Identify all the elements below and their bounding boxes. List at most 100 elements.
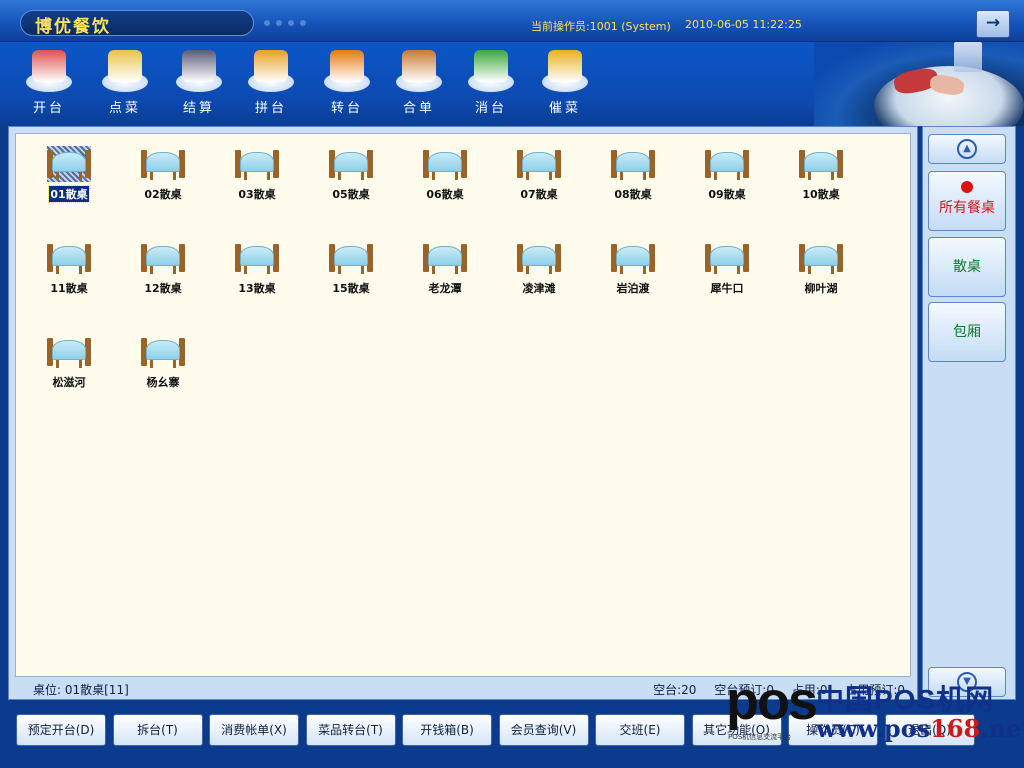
toolbar-button-6[interactable]: 消台 (460, 46, 522, 120)
table-item[interactable]: 09散桌 (692, 138, 762, 212)
table-label: 柳叶湖 (804, 282, 838, 295)
dining-table-icon (799, 146, 843, 182)
merge-bill-icon (394, 46, 444, 96)
toolbar-button-label: 合单 (402, 101, 435, 116)
category-all-label: 所有餐桌 (939, 200, 995, 216)
table-item[interactable]: 12散桌 (128, 232, 198, 306)
function-button-1[interactable]: 拆台(T) (112, 714, 203, 746)
watermark-url: www.pos168.net (816, 714, 1024, 743)
table-label: 07散桌 (520, 188, 558, 201)
dining-table-icon (141, 334, 185, 370)
dining-table-icon (611, 146, 655, 182)
current-datetime: 2010-06-05 11:22:25 (685, 18, 802, 31)
table-item[interactable]: 岩泊渡 (598, 232, 668, 306)
title-bar: 博优餐饮 当前操作员:1001 (System) 2010-06-05 11:2… (0, 0, 1024, 42)
table-label: 11散桌 (50, 282, 88, 295)
table-item[interactable]: 08散桌 (598, 138, 668, 212)
dining-table-icon (47, 334, 91, 370)
pos168-watermark: pos 中国POS机网 www.pos168.net POS机信息交流平台 (720, 668, 1024, 768)
table-label: 10散桌 (802, 188, 840, 201)
toolbar-button-5[interactable]: 合单 (388, 46, 450, 120)
table-item[interactable]: 03散桌 (222, 138, 292, 212)
exit-arrow-icon[interactable]: → (976, 10, 1010, 38)
toolbar-button-label: 转台 (330, 101, 363, 116)
transfer-table-icon (322, 46, 372, 96)
table-map: 01散桌 02散桌 03散桌 05散桌 06散桌 07散桌 08散桌 09散桌 10散桌 11散桌… (15, 133, 911, 677)
table-item[interactable]: 犀牛口 (692, 232, 762, 306)
table-label: 老龙潭 (428, 282, 462, 295)
sashimi-dish-image (814, 42, 1024, 126)
table-item[interactable]: 13散桌 (222, 232, 292, 306)
toolbar-button-3[interactable]: 拼台 (240, 46, 302, 120)
category-room-label: 包厢 (953, 324, 981, 340)
dining-table-icon (141, 240, 185, 276)
table-label: 岩泊渡 (616, 282, 650, 295)
watermark-subtitle: POS机信息交流平台 (728, 733, 792, 741)
category-panel: ▲ 所有餐桌 散桌 包厢 ▼ (922, 126, 1016, 700)
checkout-icon (174, 46, 224, 96)
table-item[interactable]: 15散桌 (316, 232, 386, 306)
current-operator: 当前操作员:1001 (System) (531, 20, 671, 33)
table-item[interactable]: 凌津滩 (504, 232, 574, 306)
toolbar-button-0[interactable]: 开台 (18, 46, 80, 120)
toolbar-button-1[interactable]: 点菜 (94, 46, 156, 120)
dining-table-icon (47, 146, 91, 182)
table-item[interactable]: 06散桌 (410, 138, 480, 212)
merge-tables-icon (246, 46, 296, 96)
scroll-up-button[interactable]: ▲ (928, 134, 1006, 164)
table-item[interactable]: 松滋河 (34, 326, 104, 400)
dining-table-icon (329, 240, 373, 276)
toolbar-button-4[interactable]: 转台 (316, 46, 378, 120)
dining-table-icon (517, 146, 561, 182)
toolbar-button-label: 消台 (474, 101, 507, 116)
table-label: 13散桌 (238, 282, 276, 295)
function-button-2[interactable]: 消费帐单(X) (209, 714, 299, 746)
toolbar-button-label: 点菜 (108, 101, 141, 116)
watermark-logo: pos (726, 671, 818, 731)
selected-dot-icon (961, 181, 973, 193)
function-button-3[interactable]: 菜品转台(T) (305, 714, 396, 746)
table-item[interactable]: 01散桌 (34, 138, 104, 212)
toolbar-button-label: 结算 (182, 101, 215, 116)
table-label: 松滋河 (52, 376, 86, 389)
main-toolbar: 开台 点菜 结算 拼台 转台 合单 消台 催菜 (0, 42, 1024, 126)
dining-table-icon (799, 240, 843, 276)
table-item[interactable]: 柳叶湖 (786, 232, 856, 306)
toolbar-button-7[interactable]: 催菜 (534, 46, 596, 120)
dining-table-icon (423, 240, 467, 276)
toolbar-button-2[interactable]: 结算 (168, 46, 230, 120)
category-all-tables[interactable]: 所有餐桌 (928, 171, 1006, 231)
table-label: 06散桌 (426, 188, 464, 201)
watermark-site-name: 中国POS机网 (816, 684, 995, 715)
table-item[interactable]: 老龙潭 (410, 232, 480, 306)
table-label: 12散桌 (144, 282, 182, 295)
table-label: 05散桌 (332, 188, 370, 201)
dining-table-icon (423, 146, 467, 182)
table-label: 08散桌 (614, 188, 652, 201)
table-label: 03散桌 (238, 188, 276, 201)
function-button-6[interactable]: 交班(E) (595, 714, 685, 746)
category-private-room[interactable]: 包厢 (928, 302, 1006, 362)
toolbar-button-label: 催菜 (548, 101, 581, 116)
rush-dishes-icon (540, 46, 590, 96)
app-title: 博优餐饮 (35, 17, 111, 37)
table-item[interactable]: 杨幺寨 (128, 326, 198, 400)
function-button-5[interactable]: 会员查询(V) (498, 714, 589, 746)
empty-count: 空台:20 (653, 683, 697, 697)
table-item[interactable]: 05散桌 (316, 138, 386, 212)
table-item[interactable]: 02散桌 (128, 138, 198, 212)
category-open-seating[interactable]: 散桌 (928, 237, 1006, 297)
toolbar-button-label: 拼台 (254, 101, 287, 116)
function-button-4[interactable]: 开钱箱(B) (402, 714, 492, 746)
table-item[interactable]: 10散桌 (786, 138, 856, 212)
table-map-frame: 01散桌 02散桌 03散桌 05散桌 06散桌 07散桌 08散桌 09散桌 10散桌 11散桌… (8, 126, 918, 700)
function-button-0[interactable]: 预定开台(D) (16, 714, 106, 746)
clear-table-icon (466, 46, 516, 96)
title-decoration-dots (264, 20, 306, 26)
toolbar-button-label: 开台 (32, 101, 65, 116)
category-open-label: 散桌 (953, 259, 981, 275)
table-label: 杨幺寨 (146, 376, 180, 389)
table-item[interactable]: 07散桌 (504, 138, 574, 212)
table-item[interactable]: 11散桌 (34, 232, 104, 306)
table-label: 犀牛口 (710, 282, 744, 295)
